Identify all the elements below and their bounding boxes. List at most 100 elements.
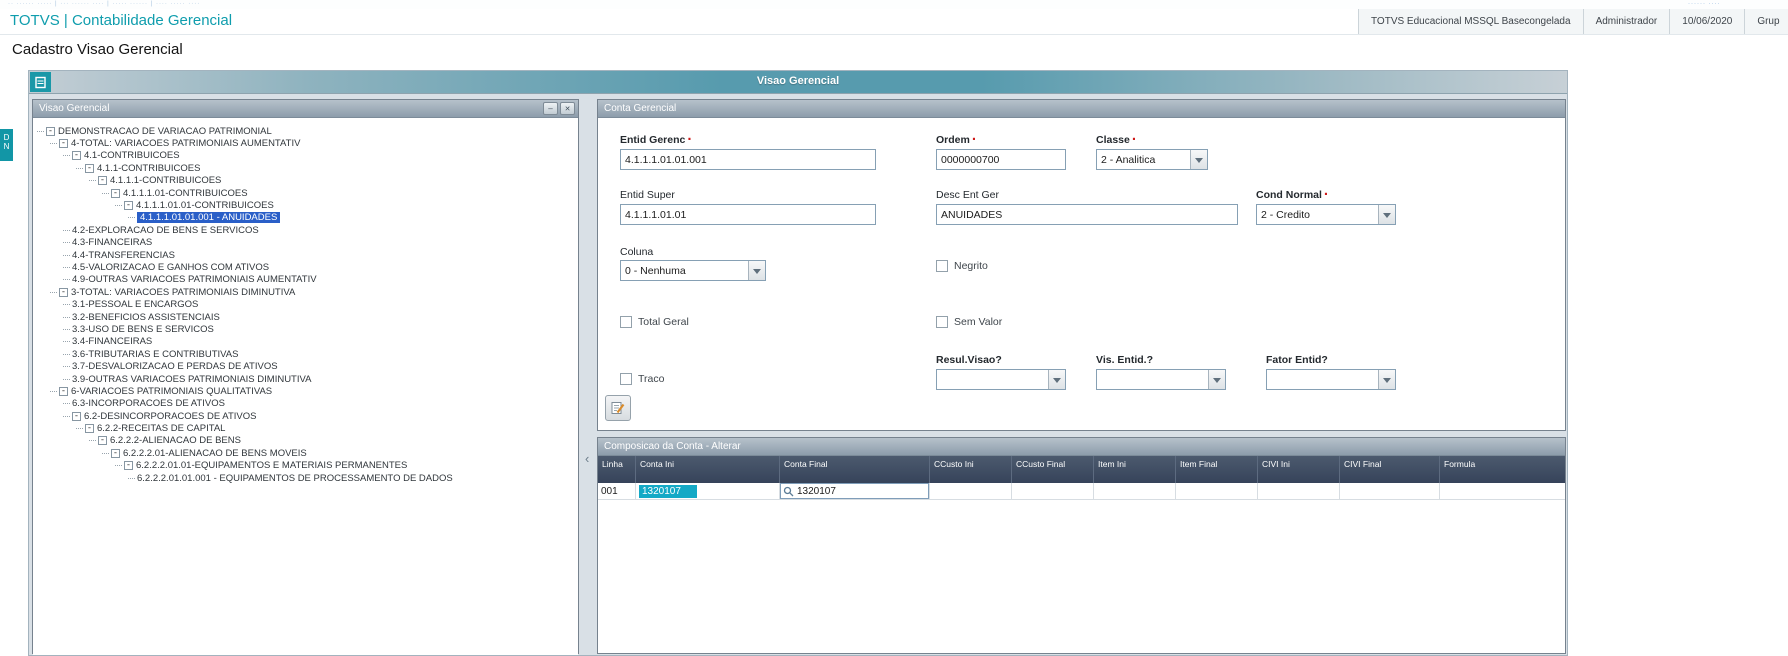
grid-cell[interactable] [1440, 483, 1565, 500]
tree-item[interactable]: 4.3-FINANCEIRAS [33, 237, 578, 249]
classe-select[interactable]: 2 - Analitica [1096, 149, 1208, 170]
tree-expand-icon[interactable]: - [98, 176, 107, 186]
tree-item[interactable]: -3-TOTAL: VARIACOES PATRIMONIAIS DIMINUT… [33, 286, 578, 298]
grid-cell[interactable] [930, 483, 1012, 500]
tree-item[interactable]: -6.2-DESINCORPORACOES DE ATIVOS [33, 410, 578, 422]
tree-item-label: 6.2.2-RECEITAS DE CAPITAL [97, 423, 226, 435]
grid-column-header[interactable]: Linha [598, 456, 636, 483]
desc-ent-ger-field[interactable] [936, 204, 1238, 225]
resul-visao-select[interactable] [936, 369, 1066, 390]
tree-item[interactable]: 3.2-BENEFICIOS ASSISTENCIAIS [33, 311, 578, 323]
grid-cell[interactable]: 001 [598, 483, 636, 500]
grid-cell[interactable] [1258, 483, 1340, 500]
tree-item[interactable]: 3.9-OUTRAS VARIACOES PATRIMONIAIS DIMINU… [33, 373, 578, 385]
magnifier-icon[interactable] [783, 486, 794, 497]
tree-expand-icon[interactable]: - [59, 287, 68, 297]
tree-item[interactable]: 3.6-TRIBUTARIAS E CONTRIBUTIVAS [33, 348, 578, 360]
tree-item[interactable]: -6.2.2.2-ALIENACAO DE BENS [33, 435, 578, 447]
tree-item[interactable]: 6.3-INCORPORACOES DE ATIVOS [33, 398, 578, 410]
tree-expand-icon[interactable]: - [85, 163, 94, 173]
tree-item[interactable]: 6.2.2.2.01.01.001 - EQUIPAMENTOS DE PROC… [33, 472, 578, 484]
tree-item[interactable]: -6.2.2-RECEITAS DE CAPITAL [33, 422, 578, 434]
tree-expand-icon[interactable]: - [111, 188, 120, 198]
checkbox-icon[interactable] [936, 260, 948, 272]
tree-item[interactable]: -6.2.2.2.01-ALIENACAO DE BENS MOVEIS [33, 447, 578, 459]
grid-column-header[interactable]: CCusto Final [1012, 456, 1094, 483]
tree-item[interactable]: 3.1-PESSOAL E ENCARGOS [33, 298, 578, 310]
tree-expand-icon[interactable]: - [46, 126, 55, 136]
grid-column-header[interactable]: Conta Ini [636, 456, 780, 483]
chevron-down-icon[interactable] [1190, 150, 1207, 169]
grid-cell[interactable] [1176, 483, 1258, 500]
tree-expand-icon[interactable]: - [59, 386, 68, 396]
ordem-field[interactable] [936, 149, 1066, 170]
entid-super-field[interactable] [620, 204, 876, 225]
tree-item[interactable]: -4.1.1.1.01.01-CONTRIBUICOES [33, 199, 578, 211]
tree-item[interactable]: 3.3-USO DE BENS E SERVICOS [33, 323, 578, 335]
tree-item[interactable]: -4.1.1.1.01-CONTRIBUICOES [33, 187, 578, 199]
checkbox-icon[interactable] [620, 373, 632, 385]
tree-item[interactable]: -4.1.1.1-CONTRIBUICOES [33, 175, 578, 187]
negrito-checkbox[interactable]: Negrito [936, 260, 988, 272]
tree-item[interactable]: 4.4-TRANSFERENCIAS [33, 249, 578, 261]
entid-gerenc-field[interactable] [620, 149, 876, 170]
grid-cell[interactable]: 1320107 [636, 483, 780, 500]
composicao-panel-header: Composicao da Conta - Alterar [598, 438, 1565, 456]
vis-entid-select[interactable] [1096, 369, 1226, 390]
resul-visao-label: Resul.Visao? [936, 354, 1002, 366]
grid-column-header[interactable]: Conta Final [780, 456, 930, 483]
tree-expand-icon[interactable]: - [72, 151, 81, 161]
tree-item[interactable]: -6-VARIACOES PATRIMONIAIS QUALITATIVAS [33, 385, 578, 397]
tree-expand-icon[interactable]: - [111, 448, 120, 458]
grid-cell[interactable] [1012, 483, 1094, 500]
grid-column-header[interactable]: Formula [1440, 456, 1565, 483]
grid-cell[interactable] [1094, 483, 1176, 500]
grid-column-header[interactable]: CCusto Ini [930, 456, 1012, 483]
tree-connector [102, 452, 109, 454]
tree-item[interactable]: 4.9-OUTRAS VARIACOES PATRIMONIAIS AUMENT… [33, 274, 578, 286]
tree-expand-icon[interactable]: - [124, 461, 133, 471]
grid-cell[interactable]: 1320107 [780, 483, 930, 500]
tree-expand-icon[interactable]: - [124, 201, 133, 211]
grid-cell[interactable] [1340, 483, 1440, 500]
checkbox-icon[interactable] [936, 316, 948, 328]
classe-label: Classe [1096, 134, 1137, 146]
coluna-select[interactable]: 0 - Nenhuma [620, 260, 766, 281]
fator-entid-select[interactable] [1266, 369, 1396, 390]
grid-column-header[interactable]: CIVI Final [1340, 456, 1440, 483]
traco-checkbox[interactable]: Traco [620, 373, 664, 385]
chevron-down-icon[interactable] [1048, 370, 1065, 389]
sem-valor-checkbox[interactable]: Sem Valor [936, 316, 1002, 328]
grid-column-header[interactable]: CIVI Ini [1258, 456, 1340, 483]
minimize-button[interactable] [543, 102, 558, 115]
cond-normal-select[interactable]: 2 - Credito [1256, 204, 1396, 225]
grid-column-header[interactable]: Item Ini [1094, 456, 1176, 483]
tree-item[interactable]: -4.1-CONTRIBUICOES [33, 150, 578, 162]
chevron-down-icon[interactable] [1208, 370, 1225, 389]
edit-button[interactable] [605, 395, 631, 421]
tree-item[interactable]: - DEMONSTRACAO DE VARIACAO PATRIMONIAL [33, 125, 578, 137]
composicao-grid: Linha Conta Ini Conta Final CCusto Ini CCust… [598, 456, 1565, 653]
panel-collapse-arrow[interactable]: ‹ [585, 451, 589, 466]
docked-panel-tab[interactable]: D N [0, 129, 13, 161]
grid-column-header[interactable]: Item Final [1176, 456, 1258, 483]
tree-expand-icon[interactable]: - [98, 436, 107, 446]
tree-item[interactable]: -4.1.1-CONTRIBUICOES [33, 162, 578, 174]
tree-expand-icon[interactable]: - [59, 139, 68, 149]
checkbox-icon[interactable] [620, 316, 632, 328]
chevron-down-icon[interactable] [748, 261, 765, 280]
chevron-down-icon[interactable] [1378, 205, 1395, 224]
tree-item[interactable]: 3.4-FINANCEIRAS [33, 336, 578, 348]
close-button[interactable] [560, 102, 575, 115]
tree-expand-icon[interactable]: - [85, 424, 94, 434]
total-geral-checkbox[interactable]: Total Geral [620, 316, 689, 328]
tree-item[interactable]: 3.7-DESVALORIZACAO E PERDAS DE ATIVOS [33, 360, 578, 372]
tree-connector [89, 180, 96, 182]
tree-expand-icon[interactable]: - [72, 411, 81, 421]
tree-item[interactable]: -4-TOTAL: VARIACOES PATRIMONIAIS AUMENTA… [33, 137, 578, 149]
tree-item[interactable]: 4.1.1.1.01.01.001 - ANUIDADES [33, 212, 578, 224]
tree-item[interactable]: -6.2.2.2.01.01-EQUIPAMENTOS E MATERIAIS … [33, 460, 578, 472]
tree-item[interactable]: 4.5-VALORIZACAO E GANHOS COM ATIVOS [33, 261, 578, 273]
tree-item[interactable]: 4.2-EXPLORACAO DE BENS E SERVICOS [33, 224, 578, 236]
chevron-down-icon[interactable] [1378, 370, 1395, 389]
